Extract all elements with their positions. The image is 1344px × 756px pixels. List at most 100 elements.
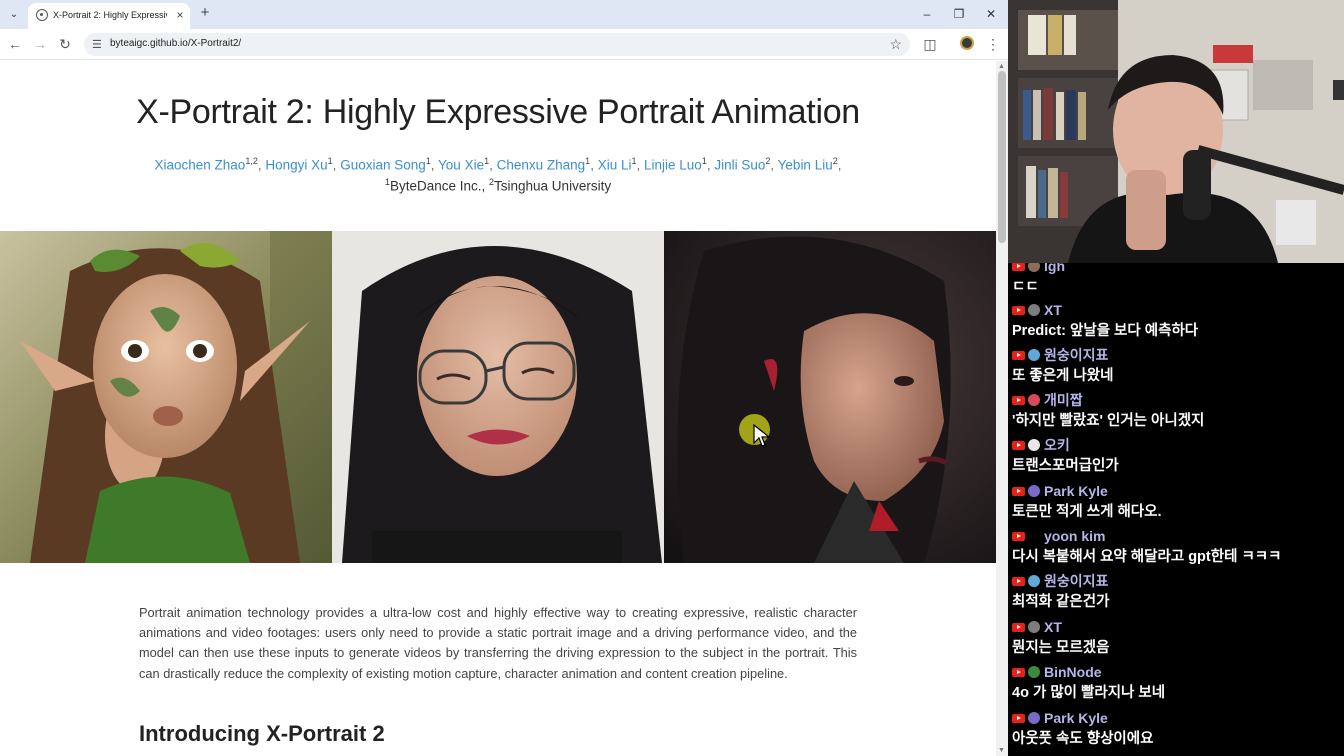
page-scrollbar[interactable]: ▲ ▼ — [996, 61, 1008, 756]
chat-avatar — [1028, 349, 1040, 361]
chat-message: 오키 트랜스포머급인가 — [1012, 436, 1342, 476]
chat-author-name: Park Kyle — [1044, 710, 1108, 726]
chat-message-header: 오키 — [1012, 436, 1342, 454]
chat-author-name: XT — [1044, 619, 1062, 635]
chat-message-text: '하지만 빨랐죠' 인거는 아니겠지 — [1012, 413, 1205, 429]
chat-message-header: lgh — [1012, 263, 1342, 275]
youtube-icon — [1012, 531, 1025, 541]
abstract-paragraph: Portrait animation technology provides a… — [139, 605, 857, 681]
youtube-icon — [1012, 486, 1025, 496]
chat-message: XT Predict: 앞날을 보다 예측하다 — [1012, 301, 1342, 341]
author-affiliation-marker: 2 — [765, 156, 771, 166]
page-viewport: X-Portrait 2: Highly Expressive Portrait… — [0, 61, 996, 756]
bookmark-star-icon[interactable]: ☆ — [889, 36, 902, 53]
scroll-up-icon[interactable]: ▲ — [998, 63, 1005, 70]
minimize-icon[interactable]: – — [913, 4, 941, 24]
site-favicon-icon — [36, 9, 48, 21]
scroll-down-icon[interactable]: ▼ — [998, 747, 1005, 754]
author-link[interactable]: Xiaochen Zhao — [155, 158, 246, 173]
chat-message-header: Park Kyle — [1012, 482, 1342, 500]
chat-avatar — [1028, 621, 1040, 633]
chat-message: Park Kyle 토큰만 적게 쓰게 해다오. — [1012, 482, 1342, 522]
back-icon[interactable]: ← — [6, 35, 24, 53]
tab-strip: ⌄ X-Portrait 2: Highly Expressive × + – … — [0, 0, 1008, 29]
chat-message: 개미짭 '하지만 빨랐죠' 인거는 아니겠지 — [1012, 391, 1342, 431]
youtube-icon — [1012, 263, 1025, 271]
chat-message-header: yoon kim — [1012, 527, 1342, 545]
author-link[interactable]: Jinli Suo — [714, 158, 765, 173]
author-affiliation-marker: 1 — [484, 156, 490, 166]
author-link[interactable]: Yebin Liu — [778, 158, 833, 173]
chat-message-header: Park Kyle — [1012, 709, 1342, 727]
restore-icon[interactable]: ❐ — [945, 4, 973, 24]
chat-message-text: 4o 가 많이 빨라지나 보네 — [1012, 685, 1166, 701]
tab-search-icon[interactable]: ⌄ — [4, 5, 24, 25]
author-affiliation-marker: 1 — [631, 156, 637, 166]
chat-message-text: 다시 복붙해서 요약 해달라고 gpt한테 ㅋㅋㅋ — [1012, 549, 1282, 565]
chat-avatar — [1028, 575, 1040, 587]
site-info-icon[interactable]: ☰ — [92, 38, 102, 51]
forward-icon[interactable]: → — [31, 35, 49, 53]
chat-author-name: 개미짭 — [1044, 392, 1083, 408]
chat-message: Park Kyle 아웃풋 속도 향상이에요 — [1012, 709, 1342, 749]
chat-avatar — [1028, 439, 1040, 451]
author-link[interactable]: You Xie — [438, 158, 484, 173]
youtube-icon — [1012, 350, 1025, 360]
youtube-icon — [1012, 305, 1025, 315]
chat-avatar — [1028, 263, 1040, 272]
close-window-icon[interactable]: ✕ — [977, 4, 1005, 24]
author-link[interactable]: Linjie Luo — [644, 158, 702, 173]
author-affiliation-marker: 1 — [701, 156, 707, 166]
chat-author-name: BinNode — [1044, 664, 1102, 680]
chat-author-name: 원숭이지표 — [1044, 573, 1109, 589]
author-link[interactable]: Hongyi Xu — [265, 158, 327, 173]
author-affiliation-marker: 1 — [425, 156, 431, 166]
chat-message-text: ㄷㄷ — [1012, 279, 1039, 295]
profile-avatar[interactable] — [960, 36, 974, 50]
scrollbar-thumb[interactable] — [998, 71, 1006, 243]
chat-message-text: 또 좋은게 나왔네 — [1012, 368, 1114, 384]
chat-avatar — [1028, 485, 1040, 497]
affiliations: 1ByteDance Inc., 2Tsinghua University — [384, 177, 612, 194]
author-affiliation-marker: 2 — [832, 156, 838, 166]
chat-author-name: lgh — [1044, 263, 1065, 274]
tab-title: X-Portrait 2: Highly Expressive — [53, 10, 167, 20]
chat-message: BinNode 4o 가 많이 빨라지나 보네 — [1012, 663, 1342, 703]
portrait-gothic-image — [664, 231, 996, 563]
browser-window: ⌄ X-Portrait 2: Highly Expressive × + – … — [0, 0, 1008, 756]
menu-kebab-icon[interactable]: ⋮ — [984, 35, 1002, 53]
author-link[interactable]: Guoxian Song — [340, 158, 426, 173]
chat-message-header: BinNode — [1012, 663, 1342, 681]
author-link[interactable]: Xiu Li — [598, 158, 632, 173]
author-list: Xiaochen Zhao1,2, Hongyi Xu1, Guoxian So… — [154, 156, 842, 173]
chat-message-text: 뭔지는 모르겠음 — [1012, 640, 1110, 656]
chat-message-header: XT — [1012, 618, 1342, 636]
address-bar[interactable]: ☰ byteaigc.github.io/X-Portrait2/ ☆ — [84, 33, 910, 56]
mouse-pointer-icon — [753, 424, 771, 447]
chat-author-name: 오키 — [1044, 437, 1070, 453]
chat-message-header: 원숭이지표 — [1012, 346, 1342, 364]
chat-avatar — [1028, 712, 1040, 724]
author-affiliation-marker: 1 — [585, 156, 591, 166]
chat-message-header: 원숭이지표 — [1012, 572, 1342, 590]
chat-author-name: XT — [1044, 302, 1062, 318]
close-tab-icon[interactable]: × — [173, 8, 187, 22]
portrait-elf-image — [0, 231, 332, 563]
author-link[interactable]: Chenxu Zhang — [497, 158, 586, 173]
extensions-icon[interactable]: ◫ — [921, 35, 939, 53]
chat-message-text: Predict: 앞날을 보다 예측하다 — [1012, 323, 1199, 339]
url-text[interactable]: byteaigc.github.io/X-Portrait2/ — [110, 38, 241, 49]
chat-avatar — [1028, 304, 1040, 316]
chat-avatar — [1028, 394, 1040, 406]
affiliation-name: Tsinghua University — [494, 178, 612, 194]
reload-icon[interactable]: ↻ — [56, 35, 74, 53]
tab-x-portrait[interactable]: X-Portrait 2: Highly Expressive × — [28, 3, 190, 29]
youtube-icon — [1012, 576, 1025, 586]
author-affiliation-marker: 1 — [327, 156, 333, 166]
chat-author-name: 원숭이지표 — [1044, 347, 1109, 363]
youtube-icon — [1012, 667, 1025, 677]
new-tab-icon[interactable]: + — [197, 5, 213, 21]
affiliation-name: ByteDance Inc. — [389, 178, 482, 194]
chat-message: lgh ㄷㄷ — [1012, 263, 1342, 297]
chat-message: 원숭이지표 최적화 같은건가 — [1012, 572, 1342, 612]
